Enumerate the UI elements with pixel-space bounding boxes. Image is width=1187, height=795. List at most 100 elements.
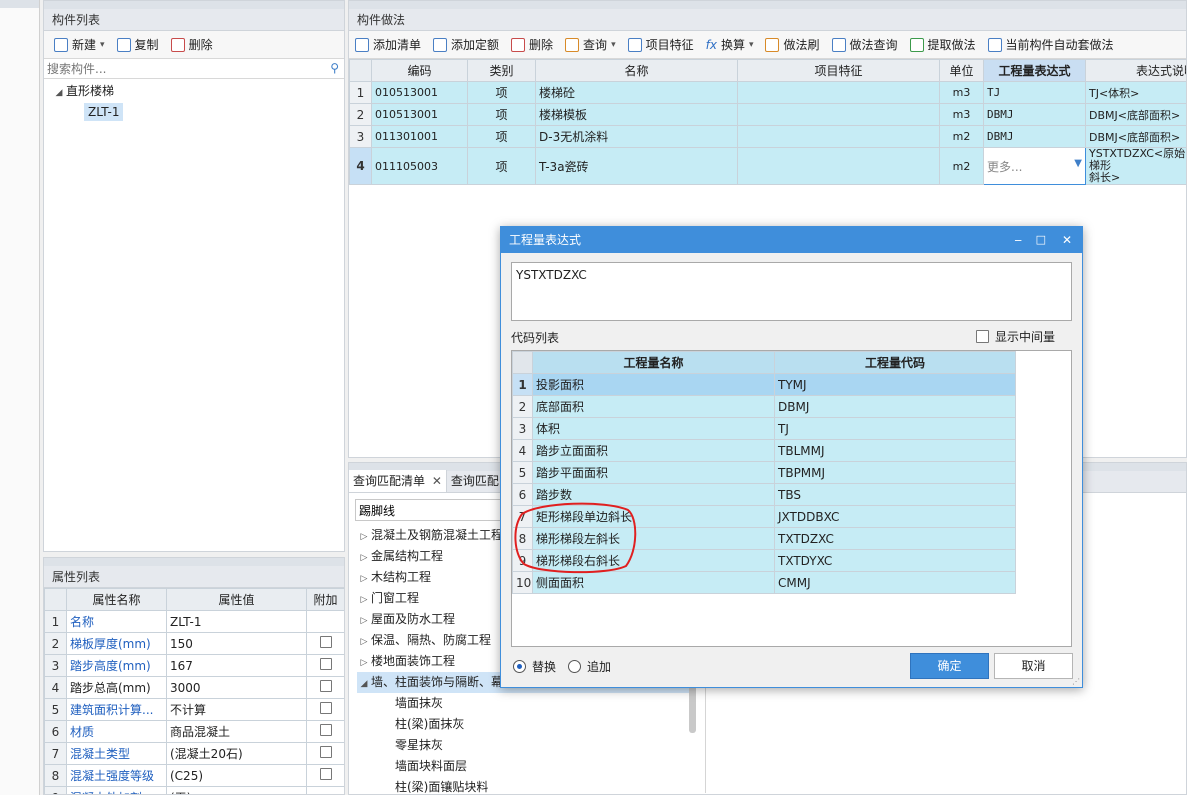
attach-cell[interactable]: [306, 632, 344, 655]
attach-cell[interactable]: [306, 698, 344, 721]
feature-cell[interactable]: [737, 147, 940, 185]
code-cell[interactable]: 011301001: [371, 125, 468, 148]
collapse-icon[interactable]: ◢: [52, 83, 66, 104]
new-button[interactable]: 新建 ▾: [52, 34, 107, 56]
code-row[interactable]: 2 底部面积 DBMJ: [512, 395, 1016, 418]
query-tree-leaf[interactable]: 柱(梁)面镶贴块料: [357, 777, 689, 794]
resize-grip-icon[interactable]: ⋰: [1072, 677, 1080, 686]
quantity-code-cell[interactable]: TBLMMJ: [774, 439, 1016, 462]
property-row[interactable]: 4 踏步总高(mm) 3000: [44, 676, 344, 699]
attach-cell[interactable]: [306, 610, 344, 633]
search-icon[interactable]: ⚲: [330, 61, 339, 75]
quantity-code-cell[interactable]: JXTDDBXC: [774, 505, 1016, 528]
code-cell[interactable]: 010513001: [371, 103, 468, 126]
maximize-icon[interactable]: □: [1036, 227, 1046, 253]
property-value[interactable]: 167: [166, 654, 307, 677]
minimize-icon[interactable]: ‒: [1014, 227, 1022, 253]
replace-radio[interactable]: 替换: [513, 658, 556, 675]
dialog-titlebar[interactable]: 工程量表达式 ‒ □ ✕: [501, 227, 1082, 253]
extract-method-button[interactable]: 提取做法: [908, 34, 978, 56]
name-cell[interactable]: 楼梯模板: [535, 103, 738, 126]
collapse-icon[interactable]: ◢: [357, 674, 371, 695]
type-cell[interactable]: 项: [467, 125, 536, 148]
expression-cell[interactable]: DBMJ: [983, 125, 1086, 148]
property-row[interactable]: 2 梯板厚度(mm) 150: [44, 632, 344, 655]
property-row[interactable]: 6 材质 商品混凝土: [44, 720, 344, 743]
property-value[interactable]: 150: [166, 632, 307, 655]
tree-node-zlt1[interactable]: ZLT-1: [44, 102, 344, 123]
property-value[interactable]: 商品混凝土: [166, 720, 307, 743]
checkbox-icon[interactable]: [319, 768, 332, 780]
property-row[interactable]: 3 踏步高度(mm) 167: [44, 654, 344, 677]
quantity-code-cell[interactable]: TXTDYXC: [774, 549, 1016, 572]
method-row[interactable]: 3 011301001 项 D-3无机涂料 m2 DBMJ DBMJ<底部面积>: [349, 125, 1186, 148]
type-cell[interactable]: 项: [467, 147, 536, 185]
checkbox-icon[interactable]: [319, 702, 332, 714]
delete-button[interactable]: 删除: [169, 34, 215, 56]
add-list-button[interactable]: 添加清单: [353, 34, 423, 56]
code-cell[interactable]: 010513001: [371, 81, 468, 104]
method-row[interactable]: 4 011105003 项 T-3a瓷砖 m2 更多... ▼ YSTXTDZXC<原始梯形斜…: [349, 147, 1186, 185]
component-search-input[interactable]: [44, 59, 344, 78]
close-icon[interactable]: ✕: [432, 474, 442, 488]
tree-node-straight-stair[interactable]: ◢ 直形楼梯: [44, 81, 344, 102]
property-value[interactable]: (C25): [166, 764, 307, 787]
code-row[interactable]: 1 投影面积 TYMJ: [512, 373, 1016, 396]
attach-cell[interactable]: [306, 786, 344, 794]
property-value[interactable]: 3000: [166, 676, 307, 699]
convert-button[interactable]: fx 换算 ▾: [704, 34, 756, 56]
name-cell[interactable]: D-3无机涂料: [535, 125, 738, 148]
quantity-code-cell[interactable]: TYMJ: [774, 373, 1016, 396]
expression-cell[interactable]: DBMJ: [983, 103, 1086, 126]
method-query-button[interactable]: 做法查询: [830, 34, 900, 56]
checkbox-icon[interactable]: [319, 658, 332, 670]
expression-dropdown[interactable]: 更多... ▼: [983, 147, 1086, 185]
code-row[interactable]: 3 体积 TJ: [512, 417, 1016, 440]
close-icon[interactable]: ✕: [1062, 227, 1072, 253]
attach-cell[interactable]: [306, 676, 344, 699]
add-quota-button[interactable]: 添加定额: [431, 34, 501, 56]
method-delete-button[interactable]: 删除: [509, 34, 555, 56]
append-radio[interactable]: 追加: [568, 658, 611, 675]
name-cell[interactable]: 楼梯砼: [535, 81, 738, 104]
query-tree-leaf[interactable]: 墙面块料面层: [357, 756, 689, 777]
checkbox-icon[interactable]: [319, 636, 332, 648]
property-value[interactable]: (无): [166, 786, 307, 794]
type-cell[interactable]: 项: [467, 103, 536, 126]
quantity-name-cell[interactable]: 踏步平面面积: [532, 461, 775, 484]
quantity-name-cell[interactable]: 底部面积: [532, 395, 775, 418]
code-cell[interactable]: 011105003: [371, 147, 468, 185]
property-value[interactable]: ZLT-1: [166, 610, 307, 633]
quantity-code-cell[interactable]: TJ: [774, 417, 1016, 440]
quantity-name-cell[interactable]: 踏步立面面积: [532, 439, 775, 462]
tab-query-match-list[interactable]: 查询匹配清单 ✕: [349, 470, 447, 492]
query-tree-leaf[interactable]: 墙面抹灰: [357, 693, 689, 714]
attach-cell[interactable]: [306, 654, 344, 677]
expand-icon[interactable]: ▷: [357, 548, 371, 569]
property-row[interactable]: 1 名称 ZLT-1: [44, 610, 344, 633]
expand-icon[interactable]: ▷: [357, 653, 371, 674]
type-cell[interactable]: 项: [467, 81, 536, 104]
property-value[interactable]: 不计算: [166, 698, 307, 721]
attach-cell[interactable]: [306, 764, 344, 787]
property-row[interactable]: 7 混凝土类型 (混凝土20石): [44, 742, 344, 765]
expand-icon[interactable]: ▷: [357, 632, 371, 653]
unit-cell[interactable]: m3: [939, 81, 984, 104]
chevron-down-icon[interactable]: ▼: [1074, 158, 1082, 169]
quantity-name-cell[interactable]: 投影面积: [532, 373, 775, 396]
show-intermediate-checkbox[interactable]: 显示中间量: [976, 328, 1055, 345]
method-row[interactable]: 2 010513001 项楼梯模板 m3 DBMJ DBMJ<底部面积>: [349, 103, 1186, 126]
quantity-code-cell[interactable]: DBMJ: [774, 395, 1016, 418]
property-value[interactable]: (混凝土20石): [166, 742, 307, 765]
tab-query-match[interactable]: 查询匹配: [447, 470, 503, 492]
property-row[interactable]: 5 建筑面积计算... 不计算: [44, 698, 344, 721]
feature-cell[interactable]: [737, 103, 940, 126]
code-row[interactable]: 5 踏步平面面积 TBPMMJ: [512, 461, 1016, 484]
unit-cell[interactable]: m3: [939, 103, 984, 126]
method-row[interactable]: 1 010513001 项楼梯砼 m3 TJ TJ<体积>: [349, 81, 1186, 104]
attach-cell[interactable]: [306, 720, 344, 743]
quantity-code-cell[interactable]: TXTDZXC: [774, 527, 1016, 550]
name-cell[interactable]: T-3a瓷砖: [535, 147, 738, 185]
query-button[interactable]: 查询 ▾: [563, 34, 618, 56]
expand-icon[interactable]: ▷: [357, 527, 371, 548]
